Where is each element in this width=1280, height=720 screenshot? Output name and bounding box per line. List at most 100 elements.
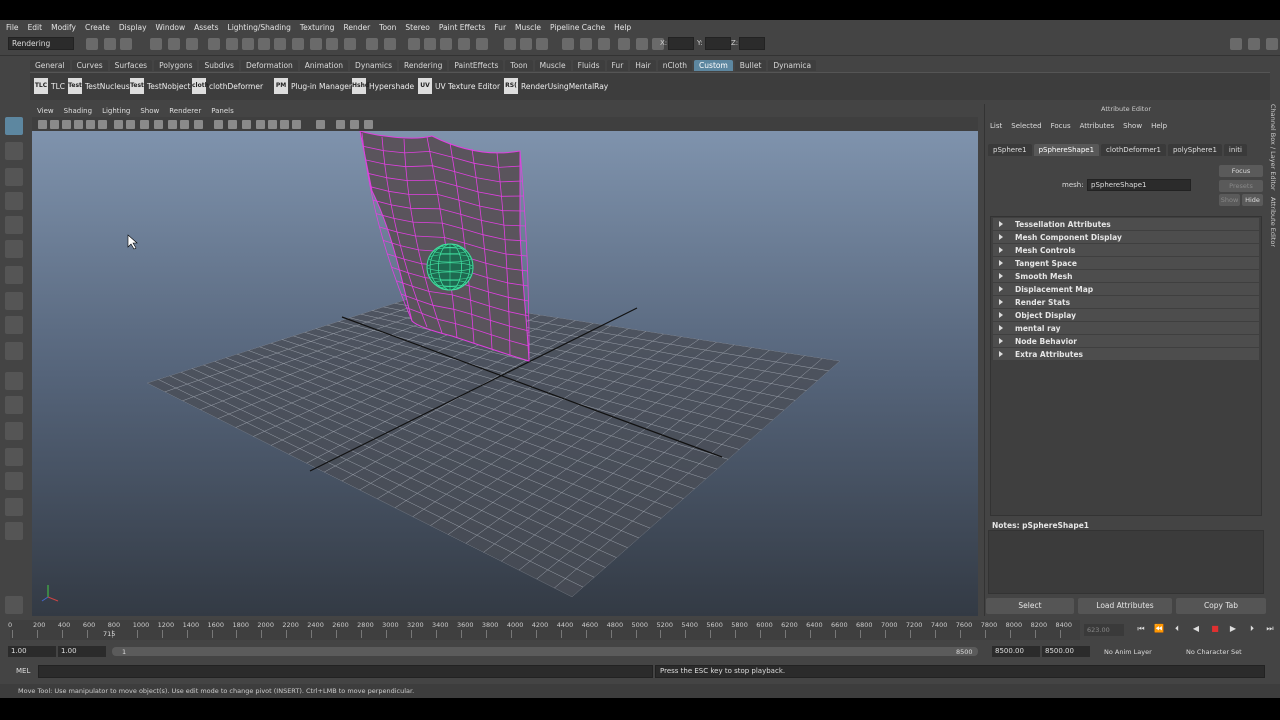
- status-tool-icon[interactable]: [408, 38, 420, 50]
- shelf-tab-surfaces[interactable]: Surfaces: [109, 60, 153, 71]
- panel-layout-icon[interactable]: [1230, 38, 1242, 50]
- viewport-menu-show[interactable]: Show: [140, 107, 159, 115]
- playback-end-field[interactable]: 8500.00: [992, 646, 1040, 657]
- ae-tab-polysphere1[interactable]: polySphere1: [1167, 144, 1222, 156]
- shelf-tab-bullet[interactable]: Bullet: [734, 60, 767, 71]
- shelf-tab-polygons[interactable]: Polygons: [154, 60, 198, 71]
- step-back-frame-icon[interactable]: ⏴: [1172, 624, 1182, 634]
- ae-tab-psphereshape1[interactable]: pSphereShape1: [1033, 144, 1100, 156]
- status-tool-icon[interactable]: [458, 38, 470, 50]
- ae-menu-show[interactable]: Show: [1123, 122, 1142, 130]
- viewport-toolbar-icon[interactable]: [86, 120, 95, 129]
- status-tool-icon[interactable]: [326, 38, 338, 50]
- viewport-toolbar-icon[interactable]: [194, 120, 203, 129]
- viewport-toolbar-icon[interactable]: [98, 120, 107, 129]
- shelf-button-hypershade[interactable]: Hshd Hypershade: [352, 76, 414, 96]
- status-tool-icon[interactable]: [636, 38, 648, 50]
- step-forward-frame-icon[interactable]: ⏵: [1247, 624, 1257, 634]
- shelf-button-tlc[interactable]: TLC TLC: [34, 76, 65, 96]
- menu-help[interactable]: Help: [614, 23, 631, 32]
- menu-muscle[interactable]: Muscle: [515, 23, 541, 32]
- ae-section-mesh-controls[interactable]: Mesh Controls: [993, 244, 1259, 256]
- status-tool-icon[interactable]: [242, 38, 254, 50]
- ae-section-tangent-space[interactable]: Tangent Space: [993, 257, 1259, 269]
- status-tool-icon[interactable]: [580, 38, 592, 50]
- ae-menu-help[interactable]: Help: [1151, 122, 1167, 130]
- copy-tab-button[interactable]: Copy Tab: [1176, 598, 1266, 614]
- status-tool-icon[interactable]: [86, 38, 98, 50]
- range-slider-bar[interactable]: [112, 647, 978, 656]
- menu-fur[interactable]: Fur: [494, 23, 506, 32]
- shelf-tab-dynamics[interactable]: Dynamics: [350, 60, 398, 71]
- menu-stereo[interactable]: Stereo: [405, 23, 429, 32]
- current-frame-field[interactable]: 623.00: [1084, 624, 1124, 636]
- x-field[interactable]: [668, 37, 694, 50]
- anim-start-field[interactable]: 1.00: [8, 646, 56, 657]
- viewport-toolbar-icon[interactable]: [268, 120, 277, 129]
- status-tool-icon[interactable]: [598, 38, 610, 50]
- shelf-tab-general[interactable]: General: [30, 60, 70, 71]
- ae-section-displacement-map[interactable]: Displacement Map: [993, 283, 1259, 295]
- ae-section-object-display[interactable]: Object Display: [993, 309, 1259, 321]
- focus-button[interactable]: Focus: [1219, 165, 1263, 177]
- ae-section-smooth-mesh[interactable]: Smooth Mesh: [993, 270, 1259, 282]
- status-tool-icon[interactable]: [344, 38, 356, 50]
- viewport-toolbar-icon[interactable]: [74, 120, 83, 129]
- lasso-tool-icon[interactable]: [5, 142, 23, 160]
- shelf-button-uv-texture-editor[interactable]: UV UV Texture Editor: [418, 76, 500, 96]
- go-to-end-icon[interactable]: ⏭: [1265, 624, 1275, 634]
- ae-menu-list[interactable]: List: [990, 122, 1002, 130]
- menu-edit[interactable]: Edit: [28, 23, 43, 32]
- shelf-tab-fur[interactable]: Fur: [606, 60, 629, 71]
- menu-paint-effects[interactable]: Paint Effects: [439, 23, 485, 32]
- presets-button[interactable]: Presets: [1219, 180, 1263, 192]
- shelf-tab-hair[interactable]: Hair: [630, 60, 656, 71]
- ae-tab-initi[interactable]: initi: [1223, 144, 1247, 156]
- viewport-toolbar-icon[interactable]: [214, 120, 223, 129]
- viewport-toolbar-icon[interactable]: [364, 120, 373, 129]
- shelf-tab-subdivs[interactable]: Subdivs: [199, 60, 239, 71]
- viewport-toolbar-icon[interactable]: [114, 120, 123, 129]
- status-tool-icon[interactable]: [150, 38, 162, 50]
- status-tool-icon[interactable]: [424, 38, 436, 50]
- viewport-toolbar-icon[interactable]: [228, 120, 237, 129]
- show-button[interactable]: Show: [1219, 194, 1240, 206]
- select-tool-icon[interactable]: [5, 117, 23, 135]
- status-tool-icon[interactable]: [292, 38, 304, 50]
- shelf-tab-dynamica[interactable]: Dynamica: [768, 60, 817, 71]
- ae-tab-clothdeformer1[interactable]: clothDeformer1: [1101, 144, 1166, 156]
- viewport-toolbar-icon[interactable]: [242, 120, 251, 129]
- viewport-menu-panels[interactable]: Panels: [211, 107, 234, 115]
- character-set-label[interactable]: No Character Set: [1186, 648, 1242, 656]
- layout-icon-d[interactable]: [5, 498, 23, 516]
- viewport-toolbar-icon[interactable]: [140, 120, 149, 129]
- viewport-toolbar-icon[interactable]: [154, 120, 163, 129]
- menu-lighting-shading[interactable]: Lighting/Shading: [228, 23, 291, 32]
- scale-tool-icon[interactable]: [5, 240, 23, 258]
- viewport-toolbar-icon[interactable]: [38, 120, 47, 129]
- single-pane-icon[interactable]: [5, 372, 23, 390]
- viewport-menu-renderer[interactable]: Renderer: [169, 107, 201, 115]
- ae-menu-focus[interactable]: Focus: [1051, 122, 1071, 130]
- notes-textarea[interactable]: [988, 530, 1264, 594]
- status-tool-icon[interactable]: [384, 38, 396, 50]
- menu-toon[interactable]: Toon: [379, 23, 396, 32]
- ae-section-extra-attributes[interactable]: Extra Attributes: [993, 348, 1259, 360]
- layout-icon-e[interactable]: [5, 522, 23, 540]
- ae-tab-psphere1[interactable]: pSphere1: [988, 144, 1032, 156]
- viewport-toolbar-icon[interactable]: [350, 120, 359, 129]
- rotate-tool-icon[interactable]: [5, 216, 23, 234]
- four-pane-icon[interactable]: [5, 396, 23, 414]
- ae-section-render-stats[interactable]: Render Stats: [993, 296, 1259, 308]
- viewport-menu-shading[interactable]: Shading: [64, 107, 92, 115]
- ae-menu-selected[interactable]: Selected: [1011, 122, 1041, 130]
- layout-icon-c[interactable]: [5, 472, 23, 490]
- shelf-tab-painteffects[interactable]: PaintEffects: [449, 60, 504, 71]
- last-tool-icon[interactable]: [5, 342, 23, 360]
- viewport-toolbar-icon[interactable]: [280, 120, 289, 129]
- shelf-button-testnucleus[interactable]: Test TestNucleus: [68, 76, 130, 96]
- panel-layout-icon[interactable]: [1248, 38, 1260, 50]
- step-back-key-icon[interactable]: ⏪: [1154, 624, 1164, 634]
- go-to-start-icon[interactable]: ⏮: [1136, 624, 1146, 634]
- anim-end-field[interactable]: 8500.00: [1042, 646, 1090, 657]
